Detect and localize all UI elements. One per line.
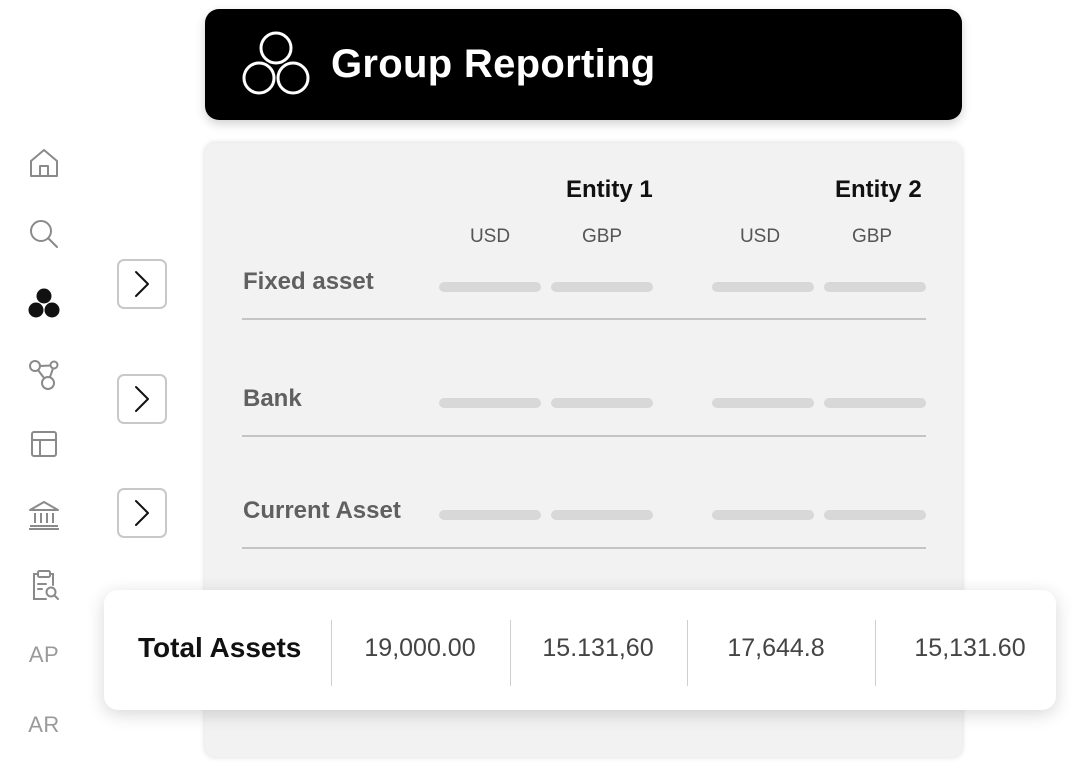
three-circles-icon [242, 31, 310, 94]
total-assets-label: Total Assets [138, 632, 302, 663]
chevron-right-icon [135, 500, 149, 526]
row-divider [242, 547, 926, 549]
row-label-current-asset: Current Asset [243, 497, 401, 524]
entity-1-currency-gbp: GBP [581, 226, 623, 247]
row-divider [242, 435, 926, 437]
header-banner: Group Reporting [205, 9, 962, 120]
column-separator [510, 620, 511, 686]
placeholder-bar [712, 398, 814, 408]
ar-label: AR [28, 712, 60, 737]
placeholder-bar [551, 282, 653, 292]
entity-2-header: Entity 2 [835, 176, 922, 203]
entity-1-currency-usd: USD [469, 226, 511, 247]
placeholder-bar [824, 398, 926, 408]
expand-row-current-asset-button[interactable] [117, 488, 167, 538]
row-label-fixed-asset: Fixed asset [243, 268, 374, 295]
row-divider [242, 318, 926, 320]
network-icon[interactable] [24, 354, 64, 394]
total-value-entity-2-gbp: 15,131.60 [914, 634, 1026, 662]
placeholder-bar [439, 282, 541, 292]
ap-label: AP [28, 642, 60, 667]
placeholder-bar [551, 398, 653, 408]
table-icon[interactable] [24, 424, 64, 464]
ar-nav-item[interactable]: AR [24, 705, 64, 745]
total-value-entity-2-usd: 17,644.8 [727, 634, 825, 662]
placeholder-bar [439, 510, 541, 520]
placeholder-bar [712, 282, 814, 292]
total-assets-panel: Total Assets 19,000.00 15.131,60 17,644.… [104, 590, 1056, 710]
placeholder-bar [824, 282, 926, 292]
chevron-right-icon [135, 386, 149, 412]
entity-1-header: Entity 1 [566, 176, 653, 203]
expand-row-bank-button[interactable] [117, 374, 167, 424]
placeholder-bar [439, 398, 541, 408]
ap-nav-item[interactable]: AP [24, 635, 64, 675]
placeholder-bar [824, 510, 926, 520]
placeholder-bar [551, 510, 653, 520]
group-icon[interactable] [24, 284, 64, 324]
clipboard-search-icon[interactable] [24, 565, 64, 605]
chevron-right-icon [135, 271, 149, 297]
column-separator [331, 620, 332, 686]
entity-2-currency-usd: USD [739, 226, 781, 247]
home-icon[interactable] [24, 143, 64, 183]
entity-2-currency-gbp: GBP [851, 226, 893, 247]
bank-icon[interactable] [24, 495, 64, 535]
total-value-entity-1-usd: 19,000.00 [364, 634, 476, 662]
column-separator [875, 620, 876, 686]
page-title: Group Reporting [331, 42, 656, 86]
column-separator [687, 620, 688, 686]
placeholder-bar [712, 510, 814, 520]
row-label-bank: Bank [243, 385, 302, 412]
total-value-entity-1-gbp: 15.131,60 [542, 634, 654, 662]
search-icon[interactable] [24, 214, 64, 254]
sidebar: AP AR [0, 0, 90, 773]
expand-row-fixed-asset-button[interactable] [117, 259, 167, 309]
